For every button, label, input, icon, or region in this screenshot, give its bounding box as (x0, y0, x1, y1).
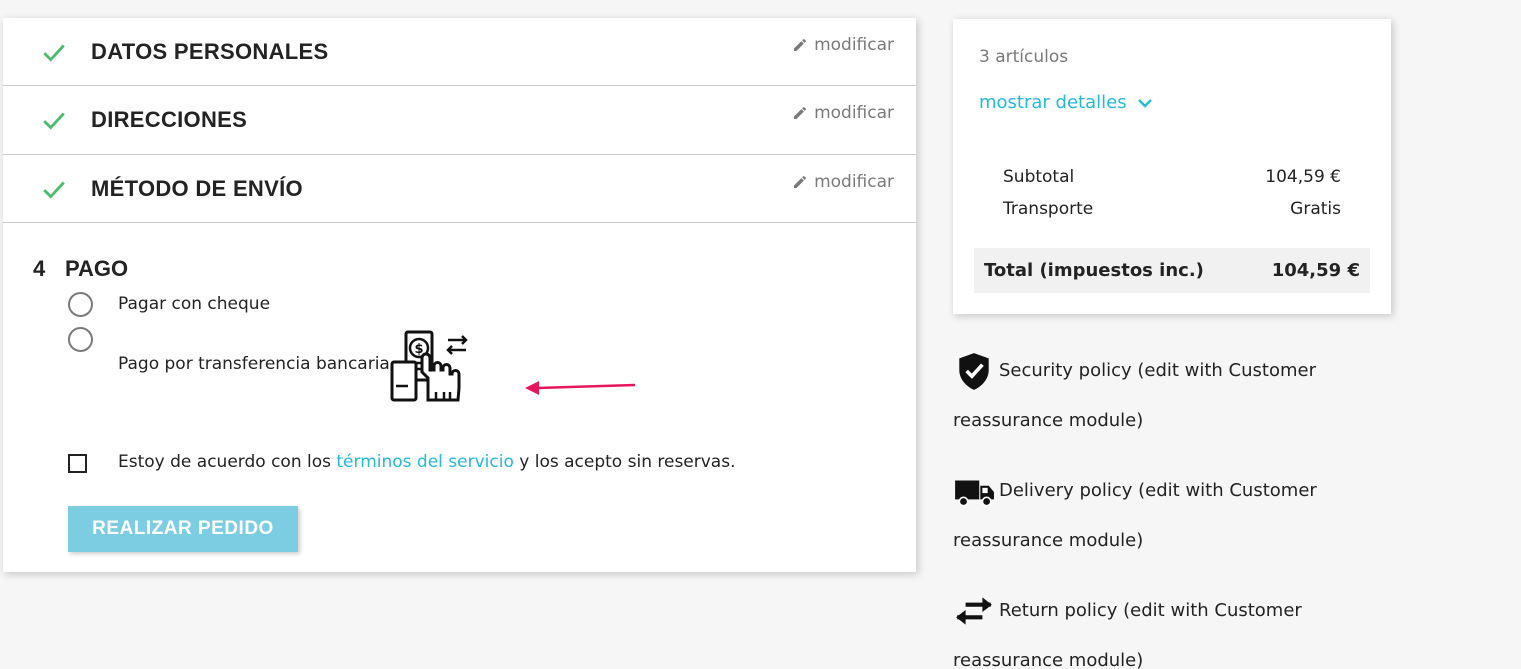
terms-prefix: Estoy de acuerdo con los (118, 452, 337, 472)
subtotal-line: Subtotal 104,59 € (1003, 167, 1341, 187)
option-label-check: Pagar con cheque (118, 294, 271, 314)
pencil-icon (794, 175, 807, 188)
shipping-label: Transporte (1003, 199, 1094, 219)
check-icon (43, 181, 65, 199)
reassurance-text: Delivery policy (edit with Customer reas… (953, 480, 1317, 551)
edit-link[interactable]: modificar (792, 35, 894, 55)
reassurance-return: Return policy (edit with Customer reassu… (953, 586, 1373, 669)
step-shipping-method[interactable]: MÉTODO DE ENVÍO modificar (3, 155, 916, 223)
total-value: 104,59 € (1271, 260, 1360, 281)
terms-text: Estoy de acuerdo con los términos del se… (118, 452, 736, 472)
edit-link[interactable]: modificar (792, 172, 894, 192)
step-addresses[interactable]: DIRECCIONES modificar (3, 86, 916, 155)
edit-label: modificar (814, 172, 894, 192)
swap-arrows-icon (956, 597, 992, 625)
payment-step-title: 4 PAGO (33, 256, 128, 282)
step-number: 4 (33, 256, 46, 281)
bank-transfer-payment-icon: $ (390, 330, 468, 402)
truck-icon (955, 480, 994, 507)
terms-link[interactable]: términos del servicio (336, 452, 513, 472)
items-count: 3 artículos (979, 47, 1069, 67)
terms-checkbox[interactable] (68, 454, 87, 473)
edit-link[interactable]: modificar (792, 103, 894, 123)
reassurance-security: Security policy (edit with Customer reas… (953, 346, 1373, 446)
checkout-panel: DATOS PERSONALES modificar DIRECCIONES m… (3, 18, 916, 572)
shipping-line: Transporte Gratis (1003, 199, 1341, 219)
show-details-link[interactable]: mostrar detalles (979, 92, 1153, 113)
shield-check-icon (959, 353, 989, 390)
subtotal-label: Subtotal (1003, 167, 1075, 187)
check-icon (43, 112, 65, 130)
step-title: DATOS PERSONALES (91, 38, 329, 64)
subtotal-value: 104,59 € (1265, 167, 1341, 187)
annotation-arrow-icon (525, 381, 636, 395)
radio-bank-transfer[interactable] (68, 327, 93, 352)
reassurance-delivery: Delivery policy (edit with Customer reas… (953, 466, 1373, 566)
total-line: Total (impuestos inc.) 104,59 € (974, 248, 1370, 293)
cart-summary: 3 artículos mostrar detalles Subtotal 10… (953, 19, 1391, 314)
reassurance-text: Return policy (edit with Customer reassu… (953, 600, 1302, 669)
terms-suffix: y los acepto sin reservas. (513, 452, 736, 472)
edit-label: modificar (814, 35, 894, 55)
chevron-down-icon (1137, 98, 1152, 108)
pencil-icon (794, 106, 807, 119)
radio-check-payment[interactable] (68, 292, 93, 317)
step-title: DIRECCIONES (91, 107, 248, 132)
pencil-icon (794, 38, 807, 51)
place-order-button[interactable]: REALIZAR PEDIDO (68, 506, 298, 552)
step-personal-data[interactable]: DATOS PERSONALES modificar (3, 18, 916, 86)
check-icon (43, 44, 65, 62)
total-label: Total (impuestos inc.) (984, 260, 1204, 281)
step-title: MÉTODO DE ENVÍO (91, 175, 303, 201)
edit-label: modificar (814, 103, 894, 123)
option-label-bank-transfer: Pago por transferencia bancaria (118, 354, 390, 374)
step-title: PAGO (65, 256, 129, 281)
shipping-value: Gratis (1290, 199, 1341, 219)
reassurance-text: Security policy (edit with Customer reas… (953, 360, 1316, 431)
show-details-label: mostrar detalles (979, 92, 1127, 113)
